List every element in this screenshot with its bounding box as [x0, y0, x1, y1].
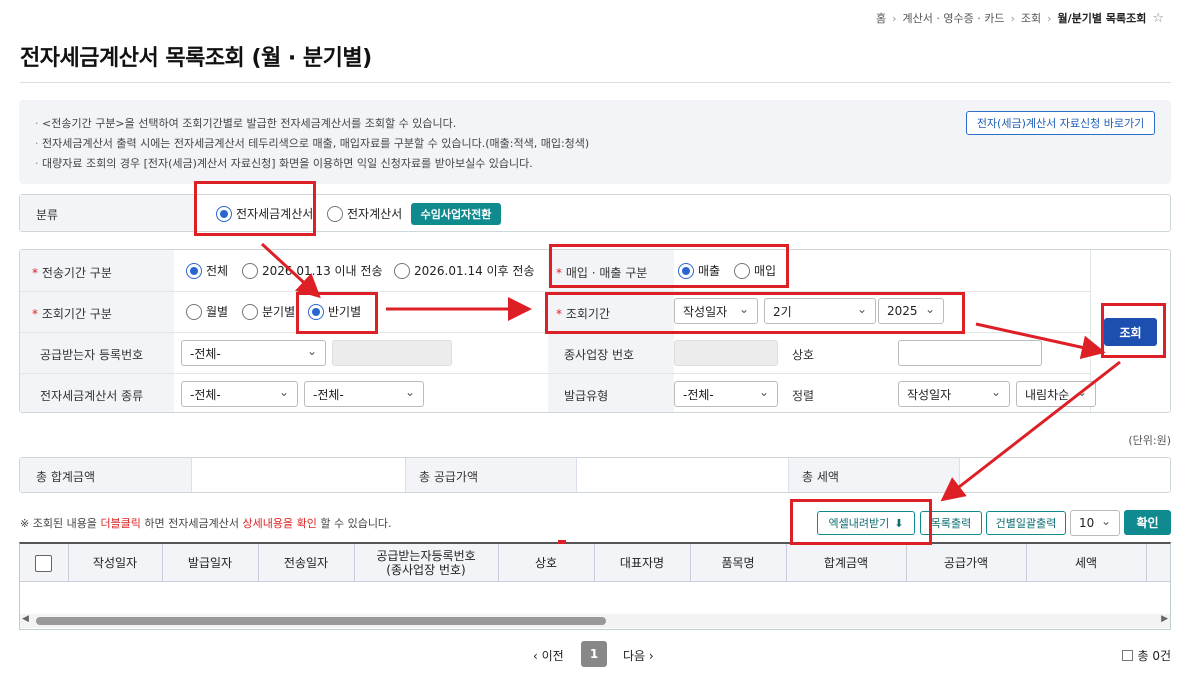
arrow-category-to-half: [260, 242, 321, 299]
arrow-search-to-excel: [940, 360, 1121, 502]
annotation-arrows: [260, 242, 1121, 502]
arrow-period-to-search: [975, 322, 1106, 360]
